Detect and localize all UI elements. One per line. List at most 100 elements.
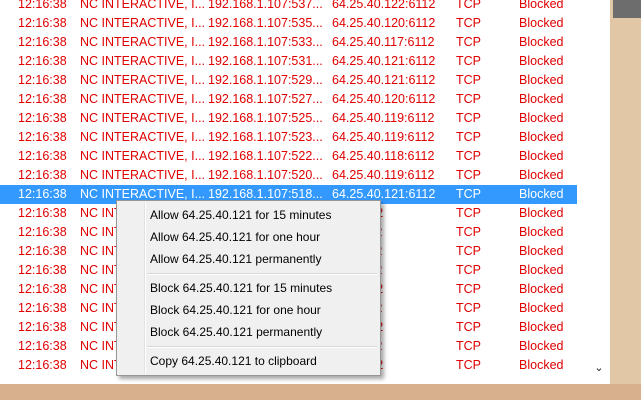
table-row[interactable]: 12:16:38 NC INTERACTIVE, I... 192.168.1.10…	[0, 0, 577, 14]
table-row[interactable]: 12:16:38 NC INTERACTIVE, I... 192.168.1.10…	[0, 90, 577, 109]
cell-time: 12:16:38	[18, 35, 67, 49]
cell-time: 12:16:38	[18, 263, 67, 277]
cell-name: NC INTERACTIVE, I...	[80, 149, 206, 163]
cell-status: Blocked	[519, 111, 564, 125]
cell-destination: 64.25.40.119:6112	[332, 111, 435, 125]
cell-time: 12:16:38	[18, 92, 67, 106]
cell-time: 12:16:38	[18, 187, 67, 201]
cell-source: 192.168.1.107:531...	[208, 54, 323, 68]
cell-destination: 64.25.40.122:6112	[332, 0, 436, 11]
table-row[interactable]: 12:16:38 NC INTERACTIVE, I... 192.168.1.10…	[0, 128, 577, 147]
cell-protocol: TCP	[456, 35, 481, 49]
cell-time: 12:16:38	[18, 73, 67, 87]
cell-time: 12:16:38	[18, 339, 67, 353]
cell-protocol: TCP	[456, 263, 481, 277]
window-bottom-edge	[0, 384, 641, 400]
cell-time: 12:16:38	[18, 358, 67, 372]
cell-time: 12:16:38	[18, 168, 67, 182]
cell-name: NC INTERACTIVE, I...	[80, 0, 206, 11]
menu-item-allow-permanently[interactable]: Allow 64.25.40.121 permanently	[150, 248, 321, 270]
cell-protocol: TCP	[456, 320, 481, 334]
table-row[interactable]: 12:16:38 NC INTERACTIVE, I... 192.168.1.10…	[0, 33, 577, 52]
cell-time: 12:16:38	[18, 301, 67, 315]
cell-status: Blocked	[519, 16, 564, 30]
cell-protocol: TCP	[456, 111, 481, 125]
window-tab	[613, 0, 641, 18]
cell-protocol: TCP	[456, 54, 481, 68]
cell-status: Blocked	[519, 263, 564, 277]
cell-protocol: TCP	[456, 339, 481, 353]
cell-protocol: TCP	[456, 358, 481, 372]
menu-item-allow-15-minutes[interactable]: Allow 64.25.40.121 for 15 minutes	[150, 204, 331, 226]
menu-item-copy-to-clipboard[interactable]: Copy 64.25.40.121 to clipboard	[150, 350, 317, 372]
menu-item-block-one-hour[interactable]: Block 64.25.40.121 for one hour	[150, 299, 321, 321]
cell-protocol: TCP	[456, 206, 481, 220]
cell-source: 192.168.1.107:523...	[208, 130, 323, 144]
cell-destination: 64.25.40.119:6112	[332, 130, 435, 144]
cell-name: NC INTERACTIVE, I...	[80, 16, 206, 30]
cell-protocol: TCP	[456, 149, 481, 163]
cell-source: 192.168.1.107:533...	[208, 35, 323, 49]
cell-source: 192.168.1.107:529...	[208, 73, 323, 87]
cell-source: 192.168.1.107:525...	[208, 111, 323, 125]
cell-time: 12:16:38	[18, 244, 67, 258]
menu-item-allow-one-hour[interactable]: Allow 64.25.40.121 for one hour	[150, 226, 320, 248]
cell-destination: 64.25.40.121:6112	[332, 54, 436, 68]
cell-source: 192.168.1.107:522...	[208, 149, 323, 163]
table-row[interactable]: 12:16:38 NC INTERACTIVE, I... 192.168.1.10…	[0, 52, 577, 71]
chevron-down-icon[interactable]: ⌄	[592, 361, 606, 375]
cell-status: Blocked	[519, 206, 564, 220]
cell-name: NC INTERACTIVE, I...	[80, 130, 206, 144]
cell-destination: 64.25.40.120:6112	[332, 92, 436, 106]
cell-time: 12:16:38	[18, 206, 67, 220]
menu-item-block-15-minutes[interactable]: Block 64.25.40.121 for 15 minutes	[150, 277, 332, 299]
cell-time: 12:16:38	[18, 54, 67, 68]
cell-status: Blocked	[519, 320, 564, 334]
menu-item-block-permanently[interactable]: Block 64.25.40.121 permanently	[150, 321, 322, 343]
window-edge	[610, 0, 641, 386]
cell-status: Blocked	[519, 35, 564, 49]
cell-source: 192.168.1.107:520...	[208, 168, 323, 182]
menu-separator	[147, 346, 377, 348]
cell-source: 192.168.1.107:535...	[208, 16, 323, 30]
cell-status: Blocked	[519, 225, 564, 239]
cell-status: Blocked	[519, 282, 564, 296]
cell-status: Blocked	[519, 73, 564, 87]
cell-protocol: TCP	[456, 301, 481, 315]
cell-destination: 64.25.40.118:6112	[332, 149, 435, 163]
cell-time: 12:16:38	[18, 149, 67, 163]
cell-destination: 64.25.40.117:6112	[332, 35, 435, 49]
table-row[interactable]: 12:16:38 NC INTERACTIVE, I... 192.168.1.10…	[0, 166, 577, 185]
cell-status: Blocked	[519, 168, 564, 182]
cell-name: NC INTERACTIVE, I...	[80, 111, 206, 125]
table-row[interactable]: 12:16:38 NC INTERACTIVE, I... 192.168.1.10…	[0, 14, 577, 33]
context-menu: Allow 64.25.40.121 for 15 minutes Allow …	[116, 200, 381, 376]
cell-destination: 64.25.40.119:6112	[332, 168, 435, 182]
cell-name: NC INTERACTIVE, I...	[80, 168, 206, 182]
cell-protocol: TCP	[456, 130, 481, 144]
cell-status: Blocked	[519, 187, 564, 201]
cell-name: NC INTERACTIVE, I...	[80, 35, 206, 49]
cell-status: Blocked	[519, 339, 564, 353]
cell-status: Blocked	[519, 92, 564, 106]
cell-status: Blocked	[519, 301, 564, 315]
cell-protocol: TCP	[456, 225, 481, 239]
cell-status: Blocked	[519, 130, 564, 144]
cell-name: NC INTERACTIVE, I...	[80, 73, 206, 87]
table-row[interactable]: 12:16:38 NC INTERACTIVE, I... 192.168.1.10…	[0, 71, 577, 90]
cell-source: 192.168.1.107:527...	[208, 92, 323, 106]
cell-protocol: TCP	[456, 92, 481, 106]
cell-protocol: TCP	[456, 168, 481, 182]
table-row[interactable]: 12:16:38 NC INTERACTIVE, I... 192.168.1.10…	[0, 147, 577, 166]
cell-status: Blocked	[519, 54, 564, 68]
cell-protocol: TCP	[456, 0, 481, 11]
cell-status: Blocked	[519, 244, 564, 258]
cell-time: 12:16:38	[18, 111, 67, 125]
cell-status: Blocked	[519, 0, 564, 11]
table-row[interactable]: 12:16:38 NC INTERACTIVE, I... 192.168.1.10…	[0, 109, 577, 128]
cell-protocol: TCP	[456, 187, 481, 201]
cell-status: Blocked	[519, 358, 564, 372]
cell-name: NC INTERACTIVE, I...	[80, 92, 206, 106]
cell-protocol: TCP	[456, 16, 481, 30]
cell-time: 12:16:38	[18, 320, 67, 334]
